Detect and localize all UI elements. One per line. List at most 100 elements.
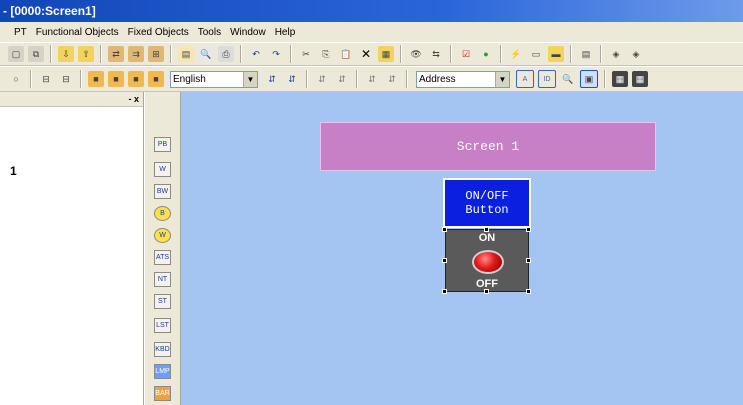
- menu-fixed-objects[interactable]: Fixed Objects: [128, 27, 189, 38]
- menu-tools[interactable]: Tools: [198, 27, 221, 38]
- toolbar-separator: [80, 70, 82, 88]
- project-panel: - x 1: [0, 92, 144, 405]
- find-icon[interactable]: 👁: [408, 46, 424, 62]
- screen-canvas[interactable]: Screen 1 ON/OFF Button ON OFF: [181, 92, 743, 405]
- redo-icon[interactable]: ↷: [268, 46, 284, 62]
- toolbar-separator: [100, 45, 102, 63]
- page-prev-icon[interactable]: ⇵: [314, 71, 330, 87]
- project-panel-header: - x: [0, 92, 143, 107]
- replace-icon[interactable]: ⇆: [428, 46, 444, 62]
- address-display-icon[interactable]: A: [516, 70, 534, 88]
- address-combo[interactable]: Address ▼: [416, 70, 510, 88]
- list-tool-icon[interactable]: LST: [154, 318, 171, 333]
- menu-functional-objects[interactable]: Functional Objects: [36, 27, 119, 38]
- selection-handle-ne[interactable]: [526, 227, 531, 232]
- selection-handle-nw[interactable]: [442, 227, 447, 232]
- chevron-down-icon[interactable]: ▼: [243, 71, 257, 87]
- block-a-icon[interactable]: ▦: [612, 71, 628, 87]
- onoff-button-line1: ON/OFF: [465, 189, 509, 203]
- align-left-icon[interactable]: ⊟: [38, 71, 54, 87]
- print-icon[interactable]: ⎙: [218, 46, 234, 62]
- rotate-icon[interactable]: ○: [8, 71, 24, 87]
- delete-icon[interactable]: ✕: [358, 46, 374, 62]
- csv-import-icon[interactable]: ⇩: [58, 46, 74, 62]
- folder-icon[interactable]: ▬: [548, 46, 564, 62]
- string-tool-icon[interactable]: ST: [154, 294, 171, 309]
- chevron-down-icon[interactable]: ▼: [495, 71, 509, 87]
- selection-handle-n[interactable]: [484, 227, 489, 232]
- frame-icon[interactable]: ▣: [580, 70, 598, 88]
- test-icon[interactable]: ⚡: [508, 46, 524, 62]
- bring-front-icon[interactable]: ■: [88, 71, 104, 87]
- align-right-icon[interactable]: ⊟: [58, 71, 74, 87]
- window-title-bar: - [0000:Screen1]: [0, 0, 743, 22]
- undo-icon[interactable]: ↶: [248, 46, 264, 62]
- network-icon[interactable]: ⊞: [148, 46, 164, 62]
- menu-bar: PT Functional Objects Fixed Objects Tool…: [0, 22, 743, 42]
- word-lamp-tool-icon[interactable]: W: [154, 228, 171, 243]
- tool-b-icon[interactable]: ◈: [628, 46, 644, 62]
- selection-handle-se[interactable]: [526, 289, 531, 294]
- menu-pt[interactable]: PT: [14, 27, 27, 38]
- standard-toolbar: ▢ ⧉ ⇩ ⇧ ⇄ ⇉ ⊞ ▤ 🔍 ⎙ ↶ ↷ ✂ ⎘ 📋 ✕ ▦ 👁 ⇆ ☑ …: [0, 42, 743, 66]
- menu-window[interactable]: Window: [230, 27, 266, 38]
- keyboard-tool-icon[interactable]: KBD: [154, 342, 171, 357]
- page-icon[interactable]: ▤: [178, 46, 194, 62]
- check-icon[interactable]: ☑: [458, 46, 474, 62]
- frame-prev-icon[interactable]: ⇵: [364, 71, 380, 87]
- page-next-icon[interactable]: ⇵: [334, 71, 350, 87]
- onoff-button-object[interactable]: ON/OFF Button: [443, 178, 531, 228]
- panel-controls[interactable]: - x: [128, 92, 139, 106]
- bit-word-tool-icon[interactable]: BW: [154, 184, 171, 199]
- selection-handle-s[interactable]: [484, 289, 489, 294]
- object-toolbar: PB W BW B W ATS NT ST LST KBD LMP BAR: [145, 92, 181, 405]
- copy-screen-icon[interactable]: ⧉: [28, 46, 44, 62]
- copy-icon[interactable]: ⎘: [318, 46, 334, 62]
- language-combo[interactable]: English ▼: [170, 70, 258, 88]
- bit-lamp-tool-icon[interactable]: B: [154, 206, 171, 221]
- screen-label-object[interactable]: Screen 1: [320, 122, 656, 171]
- zoom-icon[interactable]: 🔍: [560, 71, 576, 87]
- toolbar-separator: [306, 70, 308, 88]
- toggle-on-label: ON: [478, 232, 496, 244]
- send-back-icon[interactable]: ■: [108, 71, 124, 87]
- toolbar-separator: [50, 45, 52, 63]
- ungroup-icon[interactable]: ■: [148, 71, 164, 87]
- id-display-icon[interactable]: ID: [538, 70, 556, 88]
- bar-tool-icon[interactable]: BAR: [154, 386, 171, 401]
- numeral-tool-icon[interactable]: NT: [154, 272, 171, 287]
- list-icon[interactable]: ▤: [578, 46, 594, 62]
- cut-icon[interactable]: ✂: [298, 46, 314, 62]
- csv-export-icon[interactable]: ⇧: [78, 46, 94, 62]
- word-button-tool-icon[interactable]: W: [154, 162, 171, 177]
- toolbar-separator: [600, 45, 602, 63]
- print-preview-icon[interactable]: 🔍: [198, 46, 214, 62]
- toolbar-separator: [170, 45, 172, 63]
- frame-next-icon[interactable]: ⇵: [384, 71, 400, 87]
- label-icon[interactable]: ⇵: [264, 71, 280, 87]
- toggle-switch-object[interactable]: ON OFF: [445, 229, 529, 292]
- toolbar-separator: [570, 45, 572, 63]
- status-icon[interactable]: ●: [478, 46, 494, 62]
- push-button-tool-icon[interactable]: PB: [154, 137, 171, 152]
- paste-icon[interactable]: 📋: [338, 46, 354, 62]
- toolbar-separator: [30, 70, 32, 88]
- selection-handle-e[interactable]: [526, 258, 531, 263]
- document-icon[interactable]: ▭: [528, 46, 544, 62]
- selection-handle-w[interactable]: [442, 258, 447, 263]
- new-screen-icon[interactable]: ▢: [8, 46, 24, 62]
- transfer-icon[interactable]: ⇄: [108, 46, 124, 62]
- group-icon[interactable]: ■: [128, 71, 144, 87]
- lamp-tool-icon[interactable]: LMP: [154, 364, 171, 379]
- tool-a-icon[interactable]: ◈: [608, 46, 624, 62]
- label-switch-icon[interactable]: ⇵: [284, 71, 300, 87]
- toolbar-separator: [500, 45, 502, 63]
- screen-tree-item[interactable]: 1: [10, 164, 17, 178]
- grid-icon[interactable]: ▦: [378, 46, 394, 62]
- menu-help[interactable]: Help: [275, 27, 296, 38]
- text-tool-icon[interactable]: ATS: [154, 250, 171, 265]
- transfer-to-pt-icon[interactable]: ⇉: [128, 46, 144, 62]
- selection-handle-sw[interactable]: [442, 289, 447, 294]
- block-b-icon[interactable]: ▦: [632, 71, 648, 87]
- toolbar-separator: [406, 70, 408, 88]
